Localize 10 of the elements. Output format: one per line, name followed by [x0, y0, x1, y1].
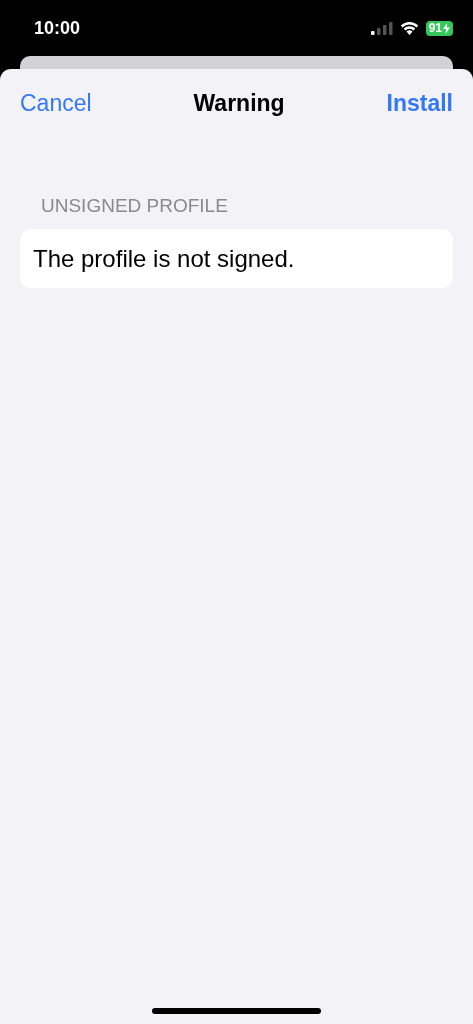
- wifi-icon: [399, 21, 419, 35]
- install-button[interactable]: Install: [386, 89, 453, 117]
- battery-indicator: 91: [425, 20, 453, 36]
- cancel-button[interactable]: Cancel: [20, 89, 92, 117]
- sheet-title: Warning: [193, 89, 285, 117]
- status-time: 10:00: [34, 17, 81, 39]
- signal-icon: [370, 21, 393, 35]
- section-header: UNSIGNED PROFILE: [41, 195, 229, 217]
- warning-text: The profile is not signed.: [33, 244, 295, 273]
- bolt-icon: [443, 22, 450, 34]
